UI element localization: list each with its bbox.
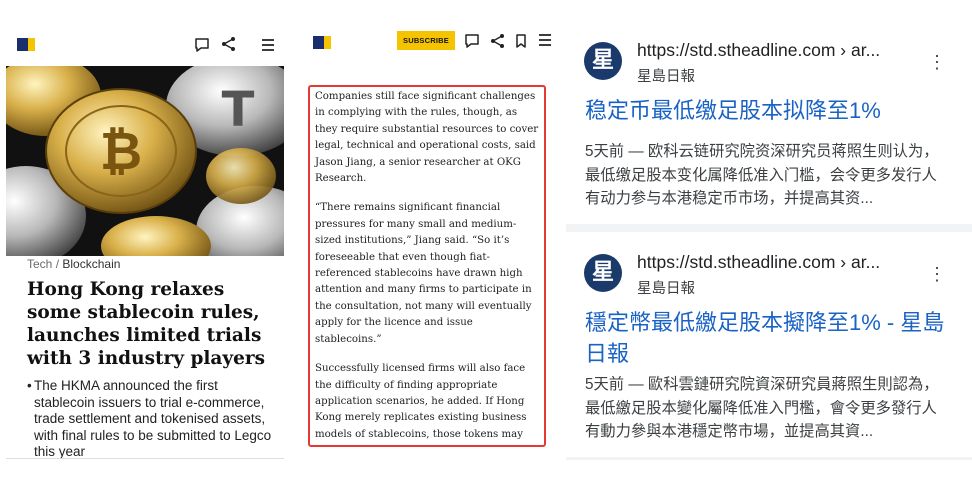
- result-site-name: 星島日報: [637, 281, 695, 297]
- subscribe-button[interactable]: SUBSCRIBE: [397, 31, 455, 50]
- svg-text:₿: ₿: [100, 122, 142, 182]
- article-category[interactable]: Tech / Blockchain: [27, 257, 120, 271]
- result-url[interactable]: https://std.stheadline.com › ar...: [637, 40, 880, 61]
- result-title-link[interactable]: 穩定幣最低繳足股本擬降至1% - 星島日報: [585, 307, 945, 369]
- hero-image[interactable]: ₿ T: [6, 66, 284, 256]
- article-summary: • The HKMA announced the first stablecoi…: [27, 378, 277, 461]
- comment-icon[interactable]: [193, 36, 211, 54]
- comment-icon[interactable]: [463, 32, 481, 50]
- article-paragraph: Successfully licensed firms will also fa…: [315, 363, 527, 440]
- more-options-icon[interactable]: ⋮: [928, 52, 946, 72]
- menu-icon[interactable]: [536, 31, 554, 49]
- result-separator: [566, 224, 972, 232]
- share-icon[interactable]: [220, 35, 238, 53]
- svg-text:T: T: [222, 82, 255, 138]
- highlighted-article-text: Companies still face significant challen…: [308, 85, 546, 447]
- bullet-mark: •: [27, 378, 32, 393]
- summary-text: The HKMA announced the first stablecoin …: [34, 378, 272, 459]
- more-options-icon[interactable]: ⋮: [928, 264, 946, 284]
- divider: [566, 457, 972, 460]
- divider: [6, 458, 284, 459]
- brand-logo[interactable]: [17, 38, 35, 51]
- result-title-link[interactable]: 稳定币最低缴足股本拟降至1%: [585, 95, 945, 126]
- bookmark-icon[interactable]: [512, 32, 530, 50]
- site-favicon-icon: 星: [584, 42, 622, 80]
- brand-logo[interactable]: [313, 36, 331, 49]
- result-snippet: 5天前 — 欧科云链研究院资深研究员蒋照生则认为，最低缴足股本变化属降低准入门槛…: [585, 143, 939, 207]
- article-paragraph: Companies still face significant challen…: [315, 91, 539, 185]
- site-favicon-icon: 星: [584, 254, 622, 292]
- share-icon[interactable]: [489, 32, 507, 50]
- article-body-panel: SUBSCRIBE Companies still face significa…: [297, 0, 559, 483]
- article-paragraph: “There remains significant financial pre…: [315, 202, 532, 345]
- menu-icon[interactable]: [259, 36, 277, 54]
- article-list-panel: ₿ T Tech / Blockchain Hong Kong relaxes …: [0, 0, 290, 483]
- result-url[interactable]: https://std.stheadline.com › ar...: [637, 252, 880, 273]
- article-headline[interactable]: Hong Kong relaxes some stablecoin rules,…: [27, 278, 277, 370]
- search-results-panel: 星 https://std.stheadline.com › ar... 星島日…: [566, 0, 972, 483]
- result-snippet: 5天前 — 歐科雲鏈研究院資深研究員蔣照生則認為，最低繳足股本變化屬降低准入門檻…: [585, 376, 939, 440]
- result-site-name: 星島日報: [637, 69, 695, 85]
